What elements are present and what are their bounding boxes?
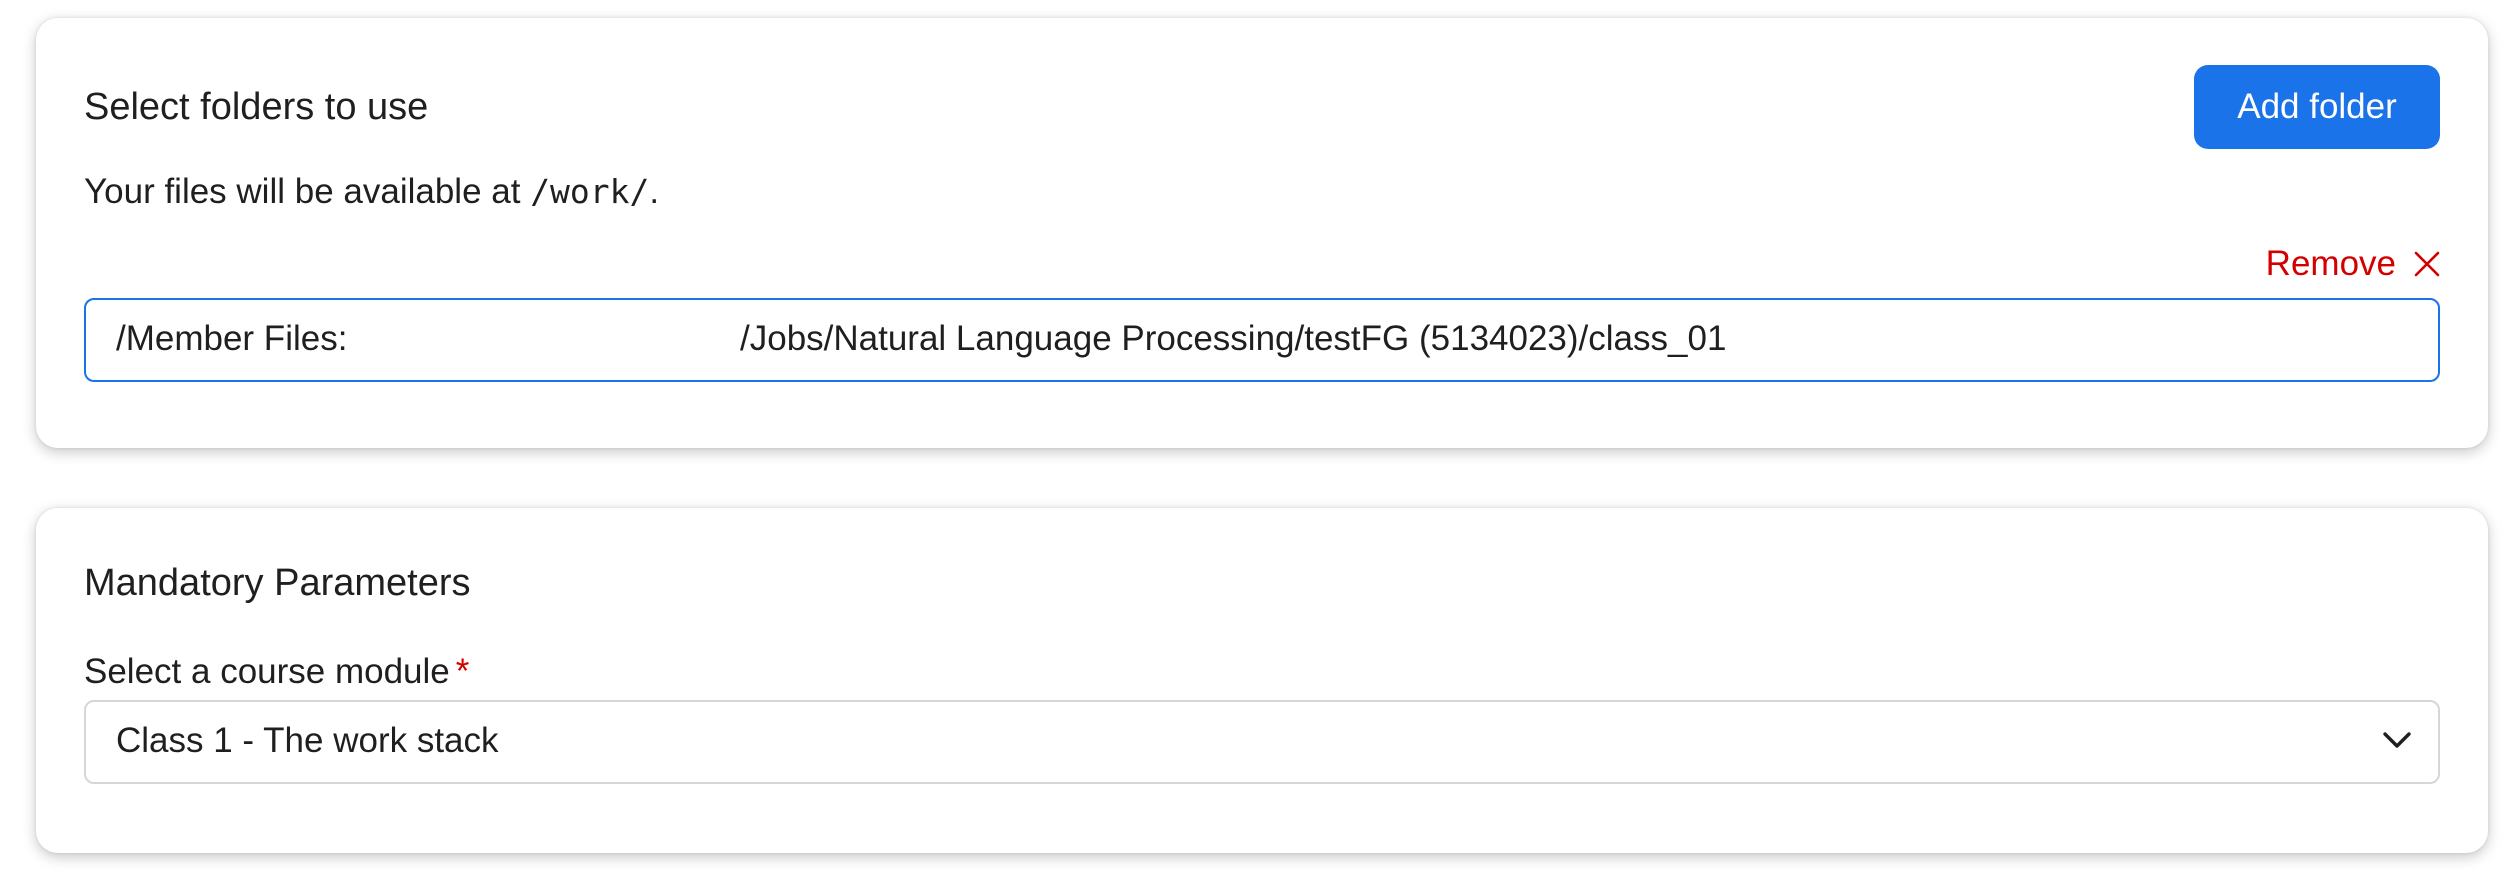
folders-card: Select folders to use Add folder Your fi… — [36, 18, 2488, 448]
course-module-label-text: Select a course module — [84, 652, 450, 691]
parameters-card: Mandatory Parameters Select a course mod… — [36, 508, 2488, 853]
folder-path-field[interactable]: /Member Files: /Jobs/Natural Language Pr… — [84, 298, 2440, 382]
chevron-down-icon — [2382, 729, 2412, 756]
course-module-selected-value: Class 1 - The work stack — [116, 721, 499, 760]
course-module-label: Select a course module * — [84, 650, 469, 694]
course-module-select[interactable]: Class 1 - The work stack — [84, 700, 2440, 784]
remove-folder-button[interactable]: Remove — [2266, 242, 2440, 286]
info-prefix: Your files will be available at — [84, 172, 531, 211]
parameters-title: Mandatory Parameters — [84, 562, 471, 604]
folder-path-prefix: /Member Files: — [116, 319, 348, 358]
work-path: /work/ — [530, 172, 650, 211]
add-folder-button[interactable]: Add folder — [2194, 65, 2440, 149]
folders-title: Select folders to use — [84, 86, 429, 128]
files-availability-note: Your files will be available at /work/. — [84, 170, 659, 214]
close-icon — [2414, 251, 2440, 277]
info-suffix: . — [649, 172, 660, 211]
folder-path-value: /Jobs/Natural Language Processing/testFG… — [740, 319, 1727, 358]
required-marker: * — [455, 652, 470, 691]
remove-label: Remove — [2265, 244, 2396, 283]
